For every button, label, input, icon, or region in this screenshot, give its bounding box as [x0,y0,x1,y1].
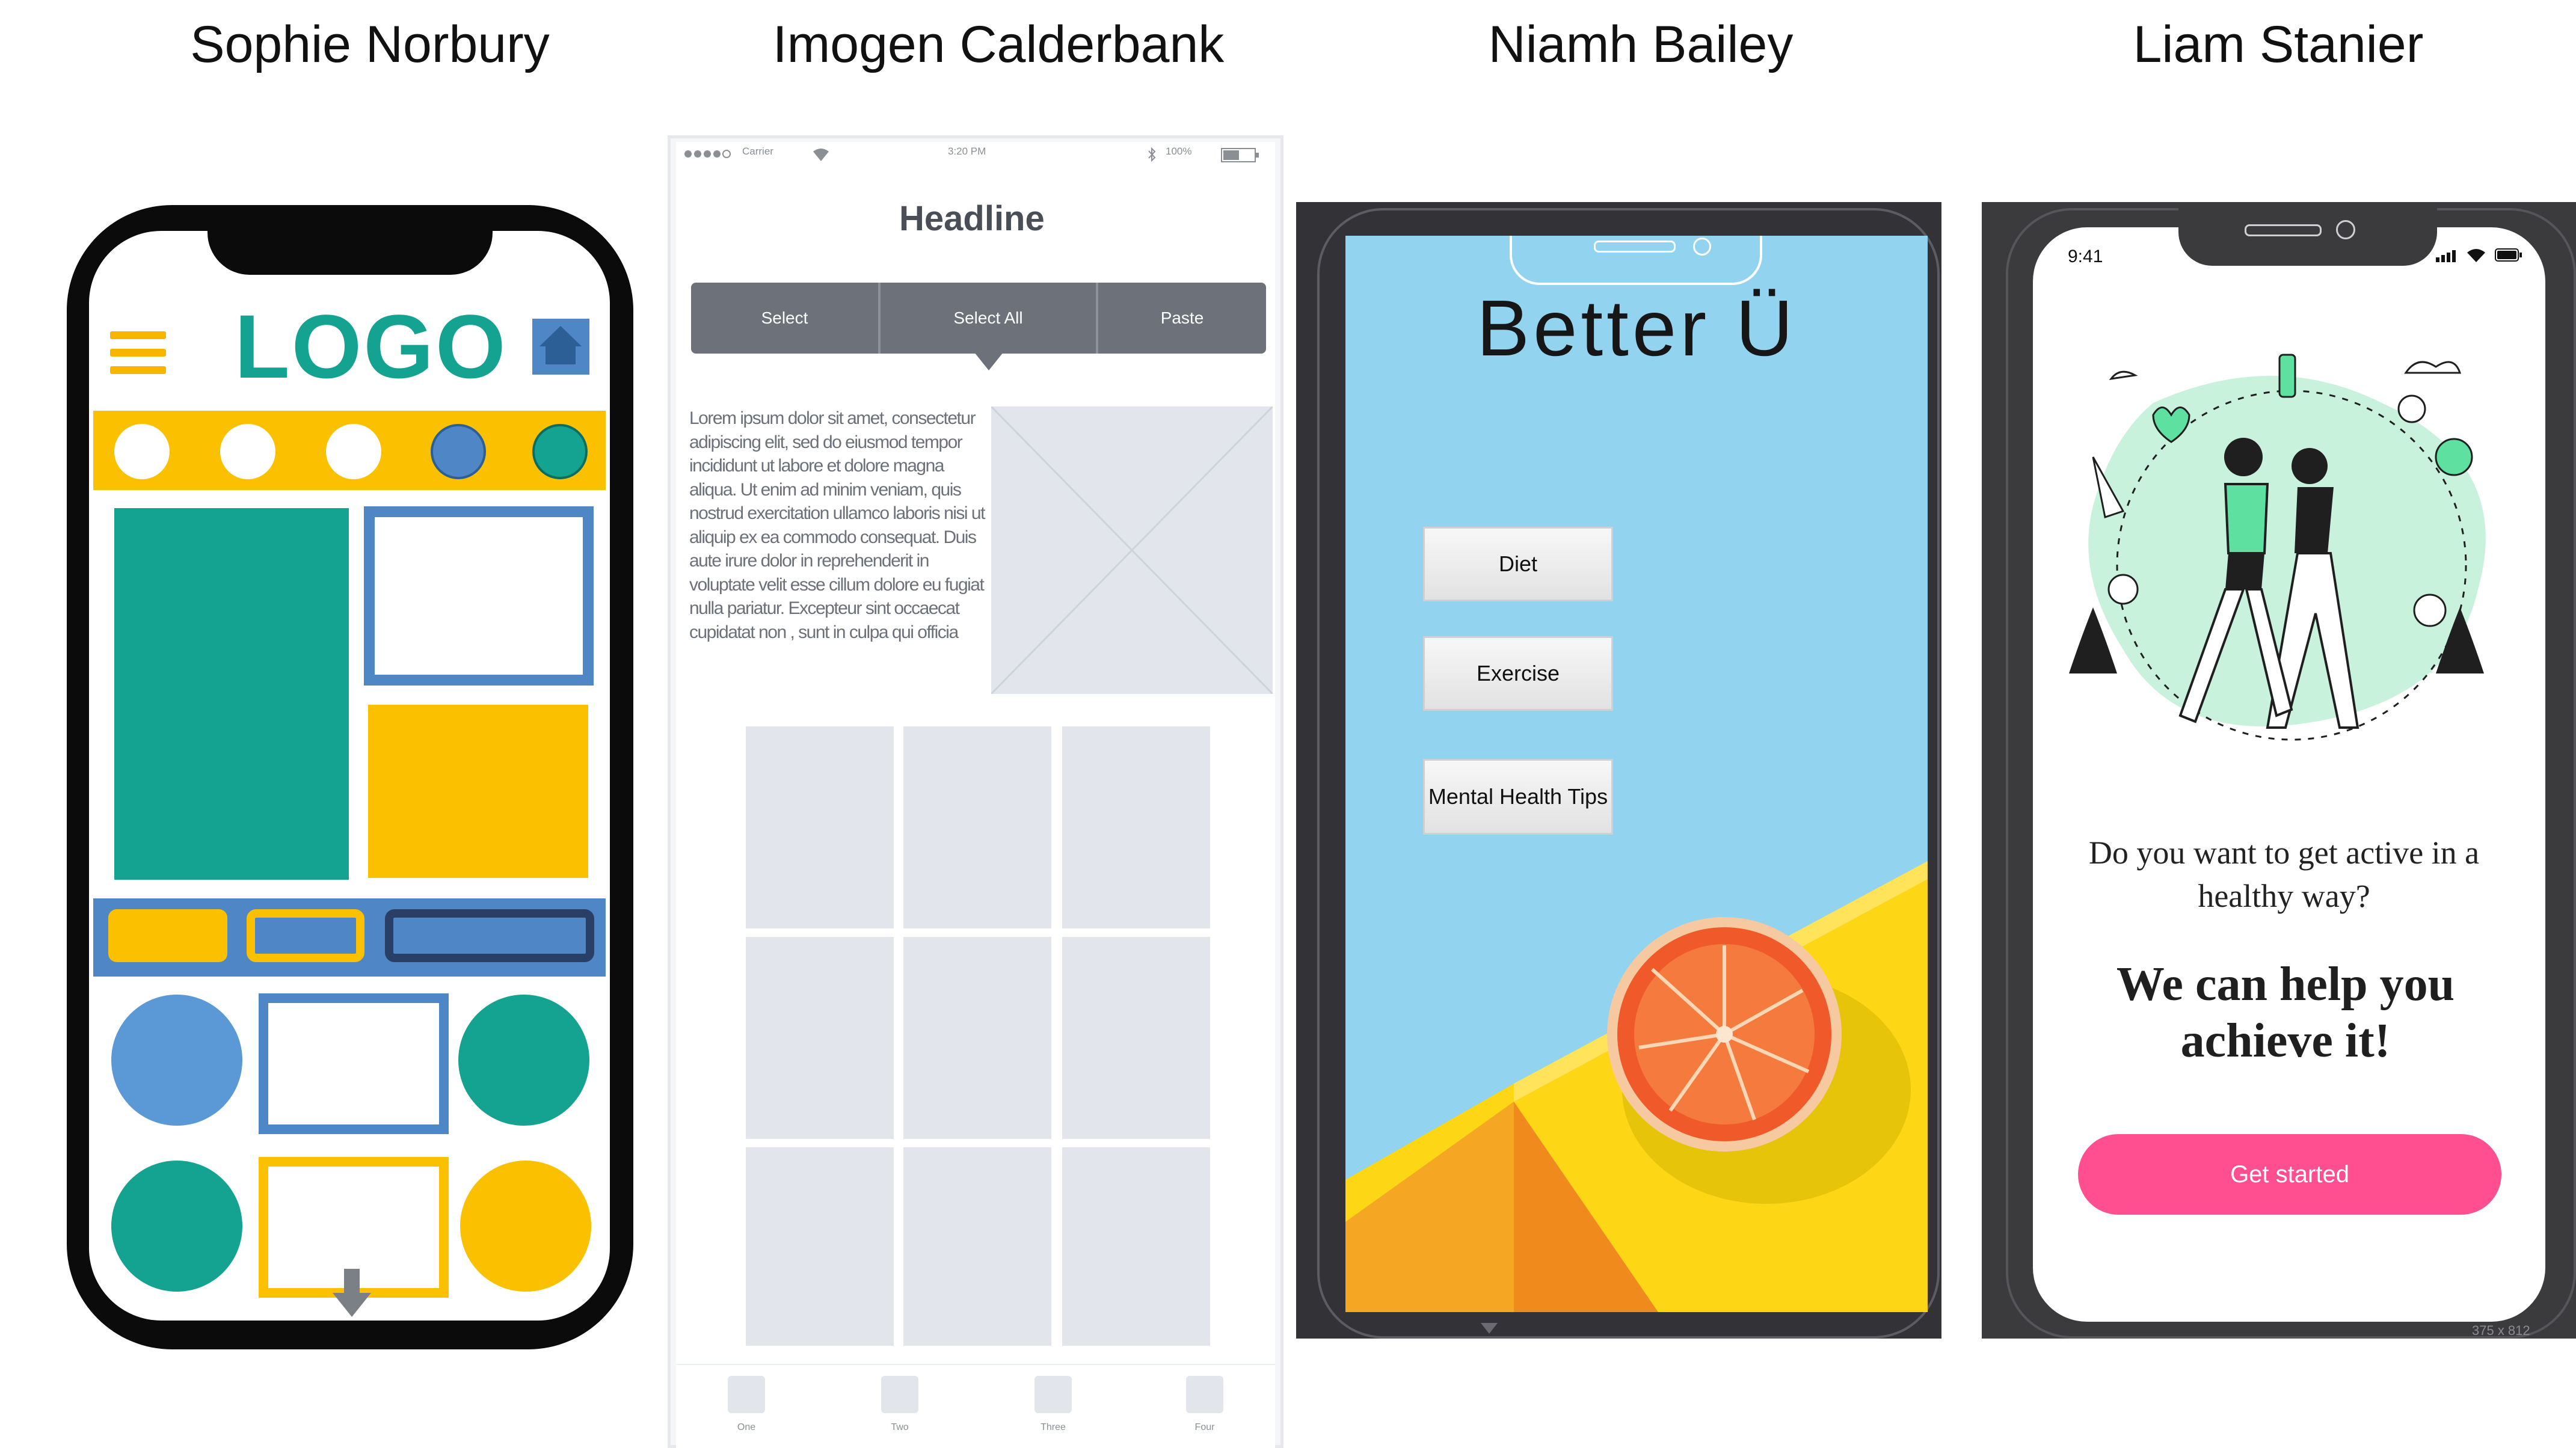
image-placeholder [990,405,1274,695]
grid-cell[interactable] [1062,726,1210,928]
toolbar-caret [974,352,1003,370]
home-icon[interactable] [532,319,589,375]
signal-icon [683,148,731,163]
app-title: Better Ü [1477,284,1797,372]
circle-teal[interactable] [458,995,589,1126]
wifi-icon [812,148,830,165]
frame-blue[interactable] [259,993,449,1134]
tab-icon [881,1376,918,1413]
carrier-label: Carrier [742,146,773,157]
logo: LOGO [235,296,508,397]
grid-cell[interactable] [903,1147,1051,1346]
grid-cell[interactable] [1062,1147,1210,1346]
battery-icon [1221,147,1261,167]
speaker-icon [2245,224,2322,236]
nav-dot-1[interactable] [114,424,170,479]
tab-icon [728,1376,765,1413]
grid-cell[interactable] [746,1147,894,1346]
promo-headline: We can help you achieve it! [2116,958,2455,1067]
camera-icon [2336,220,2355,239]
tab-label: One [737,1422,756,1432]
signal-icon [2436,249,2460,265]
tab-icon [1186,1376,1223,1413]
content-block-outline[interactable] [364,506,594,686]
status-time: 3:20 PM [948,146,986,157]
pill-button-2[interactable] [247,909,364,962]
content-block-tall[interactable] [114,508,349,880]
content-block-yellow[interactable] [368,705,588,878]
designer-name-sophie: Sophie Norbury [190,16,550,73]
grid-cell[interactable] [1062,937,1210,1139]
pill-button-3[interactable] [385,909,594,962]
select-all-button[interactable]: Select All [881,283,1096,354]
frame-dimension-label: 375 x 812 [2472,1323,2530,1338]
pill-button-1[interactable] [108,909,227,962]
status-time: 9:41 [2068,247,2103,266]
circle-blue[interactable] [111,995,242,1126]
diet-button[interactable]: Diet [1423,527,1613,601]
question-text: Do you want to get active in a healthy w… [2088,835,2480,914]
grid-cell[interactable] [903,937,1051,1139]
battery-percent: 100% [1166,146,1192,157]
exercise-button[interactable]: Exercise [1423,636,1613,711]
body-text: Lorem ipsum dolor sit amet, consectetur … [689,408,985,642]
designer-name-imogen: Imogen Calderbank [772,16,1225,73]
paste-button[interactable]: Paste [1098,283,1266,354]
grid-cell[interactable] [746,726,894,928]
grid-cell[interactable] [746,937,894,1139]
hamburger-menu-icon[interactable] [110,331,166,375]
designer-name-niamh: Niamh Bailey [1488,16,1794,73]
nav-dot-4[interactable] [431,424,486,479]
circle-teal-2[interactable] [111,1161,242,1292]
tab-label: Two [891,1422,909,1432]
scroll-down-icon[interactable] [1481,1323,1498,1334]
nav-dot-2[interactable] [220,424,275,479]
mental-health-tips-button[interactable]: Mental Health Tips [1423,759,1613,835]
tab-bar-divider [676,1364,1275,1365]
camera-icon [1693,238,1711,256]
nav-dot-5[interactable] [532,424,588,479]
bluetooth-icon [1148,147,1156,165]
fitness-illustration [2045,337,2526,773]
circle-yellow[interactable] [460,1161,591,1292]
designer-name-liam: Liam Stanier [2133,16,2424,73]
tab-label: Three [1041,1422,1066,1432]
arrow-down-icon [328,1269,376,1321]
phone-notch [207,205,493,275]
speaker-icon [1594,241,1676,253]
tab-icon [1034,1376,1072,1413]
grid-cell[interactable] [903,726,1051,928]
nav-dot-3[interactable] [326,424,381,479]
tab-label: Four [1194,1422,1215,1432]
select-button[interactable]: Select [691,283,878,354]
get-started-button[interactable]: Get started [2078,1134,2501,1215]
headline: Headline [899,199,1045,238]
battery-icon [2495,248,2522,265]
wifi-icon [2466,248,2486,265]
